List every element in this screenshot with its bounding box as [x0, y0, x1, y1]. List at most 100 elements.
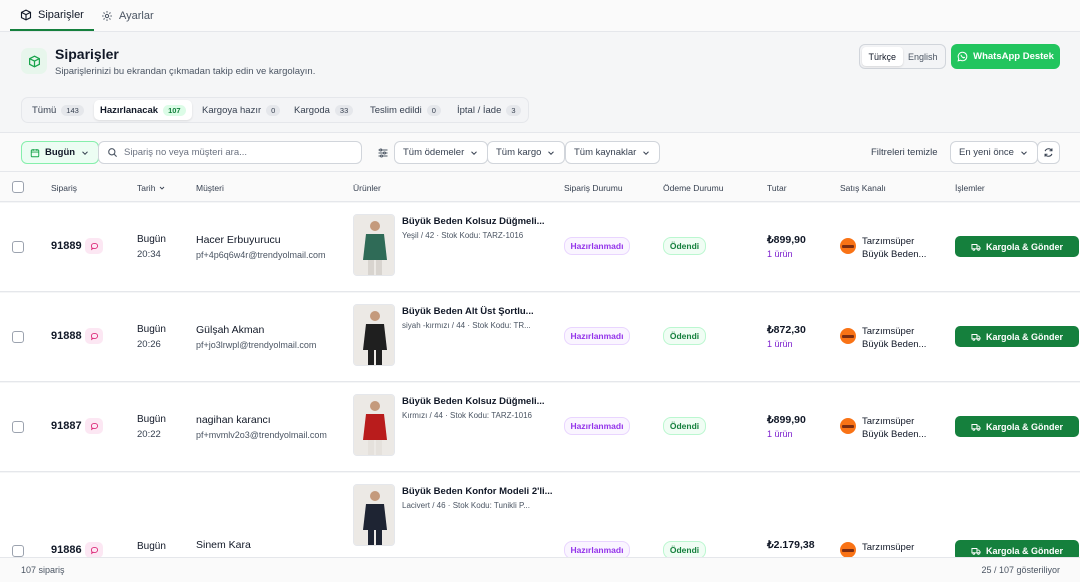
sort-dropdown[interactable]: En yeni önce [950, 141, 1038, 164]
row-checkbox[interactable] [12, 421, 24, 433]
sales-channel-store: Büyük Beden... [862, 249, 927, 260]
date-filter-dropdown[interactable]: Bugün [21, 141, 100, 164]
orders-header-icon [21, 48, 47, 74]
row-checkbox[interactable] [12, 331, 24, 343]
status-tab-ready-to-ship[interactable]: Kargoya hazır 0 [196, 100, 286, 120]
ship-and-send-label: Kargola & Gönder [985, 241, 1063, 252]
customer-email: pf+mvmlv2o3@trendyolmail.com [196, 430, 327, 440]
status-tab-label: Tümü [32, 104, 57, 116]
whatsapp-support-label: WhatsApp Destek [973, 51, 1054, 62]
table-row[interactable]: 91888 Bugün 20:26 Gülşah Akman pf+jo3lrw… [0, 293, 1080, 382]
ship-and-send-label: Kargola & Gönder [985, 545, 1063, 556]
status-tab-to-prepare[interactable]: Hazırlanacak 107 [94, 100, 192, 120]
product-variant: Lacivert / 46 · Stok Kodu: Tunikli P... [402, 501, 530, 510]
order-number[interactable]: 91887 [51, 420, 82, 432]
order-amount: ₺899,90 [767, 234, 806, 246]
tab-orders[interactable]: Siparişler [10, 0, 94, 31]
row-checkbox[interactable] [12, 241, 24, 253]
ship-and-send-button[interactable]: Kargola & Gönder [955, 236, 1079, 257]
product-image[interactable] [353, 484, 395, 546]
ship-and-send-button[interactable]: Kargola & Gönder [955, 416, 1079, 437]
customer-email: pf+jo3lrwpl@trendyolmail.com [196, 340, 317, 350]
sales-channel-name: Tarzımsüper [862, 326, 915, 337]
refresh-button[interactable] [1037, 141, 1060, 164]
truck-icon [971, 243, 981, 251]
language-switcher: Türkçe English [859, 44, 946, 69]
product-variant: Yeşil / 42 · Stok Kodu: TARZ-1016 [402, 231, 524, 240]
product-variant: siyah -kırmızı / 44 · Stok Kodu: TR... [402, 321, 531, 330]
tab-settings[interactable]: Ayarlar [101, 0, 154, 31]
message-button[interactable] [85, 328, 103, 344]
product-title[interactable]: Büyük Beden Alt Üst Şortlu... [402, 306, 534, 317]
order-date: Bugün [137, 414, 166, 425]
sales-channel-store: Büyük Beden... [862, 429, 927, 440]
tab-settings-label: Ayarlar [119, 9, 154, 22]
cargo-filter-label: Tüm kargo [496, 147, 542, 158]
table-header: Sipariş Tarih Müşteri Ürünler Sipariş Du… [0, 172, 1080, 202]
gear-icon [102, 10, 112, 21]
status-tab-cancel-return[interactable]: İptal / İade 3 [451, 100, 527, 120]
status-tab-in-transit[interactable]: Kargoda 33 [288, 100, 359, 120]
customer-name: Sinem Kara [196, 539, 251, 551]
item-count-link[interactable]: 1 ürün [767, 429, 793, 439]
column-header: Ödeme Durumu [663, 183, 724, 193]
column-header: Satış Kanalı [840, 183, 886, 193]
product-image[interactable] [353, 304, 395, 366]
item-count-link[interactable]: 1 ürün [767, 249, 793, 259]
message-button[interactable] [85, 238, 103, 254]
table-footer: 107 sipariş 25 / 107 gösteriliyor [0, 557, 1080, 582]
sources-filter-dropdown[interactable]: Tüm kaynaklar [565, 141, 661, 164]
select-all-checkbox[interactable] [12, 181, 24, 193]
column-header: Tutar [767, 183, 787, 193]
whatsapp-support-button[interactable]: WhatsApp Destek [951, 44, 1060, 69]
message-button[interactable] [85, 418, 103, 434]
count-badge: 0 [266, 104, 281, 116]
clear-filters-link[interactable]: Filtreleri temizle [871, 147, 938, 158]
payments-filter-dropdown[interactable]: Tüm ödemeler [394, 141, 489, 164]
column-header[interactable]: Sipariş [51, 183, 77, 193]
language-en[interactable]: English [903, 47, 944, 66]
table-row[interactable]: 91886 Bugün Sinem Kara Büyük Beden Konfo… [0, 473, 1080, 567]
table-row[interactable]: 91887 Bugün 20:22 nagihan karancı pf+mvm… [0, 383, 1080, 472]
item-count-link[interactable]: 1 ürün [767, 339, 793, 349]
status-tab-label: Hazırlanacak [100, 104, 159, 116]
status-tab-delivered[interactable]: Teslim edildi 0 [364, 100, 447, 120]
cargo-filter-dropdown[interactable]: Tüm kargo [487, 141, 566, 164]
table-row[interactable]: 91889 Bugün 20:34 Hacer Erbuyurucu pf+4p… [0, 203, 1080, 292]
order-number[interactable]: 91889 [51, 240, 82, 252]
chevron-down-icon [1021, 150, 1027, 155]
channel-logo-icon [840, 238, 856, 254]
order-number[interactable]: 91886 [51, 544, 82, 556]
product-image[interactable] [353, 214, 395, 276]
column-header-date[interactable]: Tarih [137, 183, 166, 193]
product-title[interactable]: Büyük Beden Kolsuz Düğmeli... [402, 396, 545, 407]
chat-bubble-icon [90, 422, 98, 430]
order-date: Bugün [137, 234, 166, 245]
count-badge: 0 [426, 104, 441, 116]
product-title[interactable]: Büyük Beden Konfor Modeli 2'li... [402, 486, 553, 497]
payment-status-badge: Ödendi [663, 327, 706, 345]
whatsapp-icon [957, 51, 968, 62]
status-tab-all[interactable]: Tümü 143 [26, 100, 90, 120]
message-button[interactable] [85, 542, 103, 558]
product-image[interactable] [353, 394, 395, 456]
order-number[interactable]: 91888 [51, 330, 82, 342]
order-date: Bugün [137, 324, 166, 335]
product-title[interactable]: Büyük Beden Kolsuz Düğmeli... [402, 216, 545, 227]
product-photo-icon [354, 485, 394, 545]
product-photo-icon [354, 215, 394, 275]
sliders-icon[interactable] [377, 147, 389, 159]
truck-icon [971, 423, 981, 431]
row-checkbox[interactable] [12, 545, 24, 557]
count-badge: 33 [334, 104, 354, 116]
status-tab-label: Kargoda [294, 104, 330, 116]
order-status-badge: Hazırlanmadı [564, 327, 630, 345]
channel-logo-icon [840, 542, 856, 558]
order-amount: ₺872,30 [767, 324, 806, 336]
search-input[interactable] [124, 147, 354, 158]
chevron-down-icon [160, 186, 165, 190]
language-tr[interactable]: Türkçe [862, 47, 903, 66]
status-tab-label: Teslim edildi [370, 104, 422, 116]
ship-and-send-button[interactable]: Kargola & Gönder [955, 326, 1079, 347]
column-header: Ürünler [353, 183, 381, 193]
